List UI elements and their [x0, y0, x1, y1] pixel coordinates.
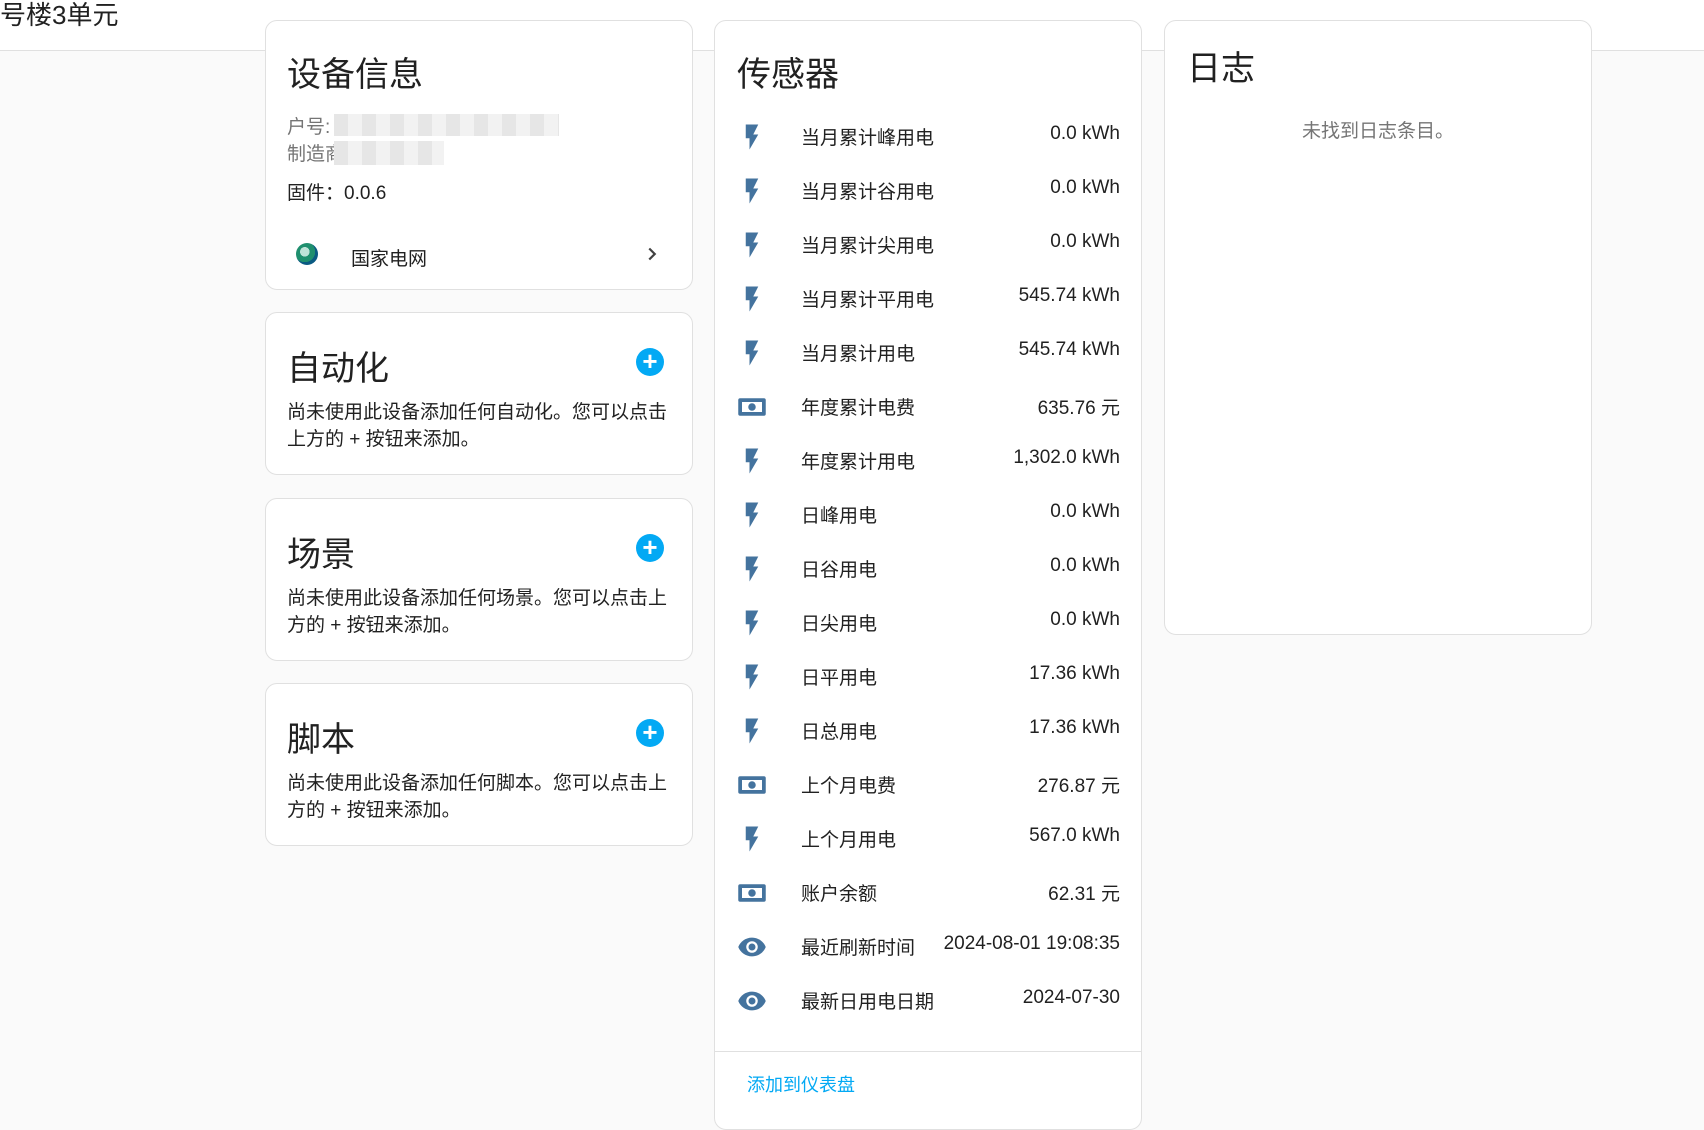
sensor-row[interactable]: 日峰用电 0.0 kWh [715, 487, 1120, 541]
sensor-name: 账户余额 [801, 884, 878, 905]
sensor-value: 545.74 kWh [1018, 339, 1120, 360]
redacted-info [334, 114, 559, 136]
sensor-name: 日总用电 [801, 722, 878, 743]
flash-icon [737, 554, 767, 584]
sensor-value: 17.36 kWh [1029, 663, 1120, 684]
automation-card: 自动化 + 尚未使用此设备添加任何自动化。您可以点击上方的 + 按钮来添加。 [265, 312, 693, 475]
add-to-dashboard-button[interactable]: 添加到仪表盘 [747, 1071, 855, 1097]
sensor-name: 当月累计尖用电 [801, 236, 935, 257]
sensor-value: 567.0 kWh [1029, 825, 1120, 846]
flash-icon [737, 662, 767, 692]
sensor-name: 日平用电 [801, 668, 878, 689]
firmware-version: 固件：0.0.6 [287, 183, 387, 204]
sensor-name: 年度累计电费 [801, 398, 916, 419]
add-script-button[interactable]: + [636, 719, 664, 747]
sensor-name: 最新日用电日期 [801, 992, 935, 1013]
flash-icon [737, 716, 767, 746]
cash-icon [737, 392, 767, 422]
flash-icon [737, 176, 767, 206]
flash-icon [737, 500, 767, 530]
state-grid-logo-icon [296, 243, 318, 265]
sensor-row[interactable]: 日谷用电 0.0 kWh [715, 541, 1120, 595]
sensors-footer-divider [715, 1051, 1141, 1052]
device-info-card: 设备信息 户号: 制造商 固件：0.0.6 国家电网 [265, 20, 693, 290]
add-scene-button[interactable]: + [636, 534, 664, 562]
scene-description: 尚未使用此设备添加任何场景。您可以点击上方的 + 按钮来添加。 [287, 588, 668, 636]
sensor-value: 2024-07-30 [1022, 987, 1120, 1008]
logbook-empty-message: 未找到日志条目。 [1301, 121, 1454, 142]
eye-icon [737, 986, 767, 1016]
chevron-right-icon [641, 243, 663, 265]
integration-label: 国家电网 [351, 249, 428, 270]
sensor-name: 当月累计平用电 [801, 290, 935, 311]
sensor-name: 日峰用电 [801, 506, 878, 527]
sensor-value: 635.76 元 [1037, 398, 1120, 419]
sensor-row[interactable]: 日总用电 17.36 kWh [715, 703, 1120, 757]
flash-icon [737, 122, 767, 152]
integration-link[interactable]: 国家电网 [266, 236, 692, 286]
cash-icon [737, 878, 767, 908]
script-card: 脚本 + 尚未使用此设备添加任何脚本。您可以点击上方的 + 按钮来添加。 [265, 683, 693, 846]
sensor-row[interactable]: 日尖用电 0.0 kWh [715, 595, 1120, 649]
account-number-label: 户号: [287, 117, 331, 138]
sensor-row[interactable]: 日平用电 17.36 kWh [715, 649, 1120, 703]
sensor-value: 0.0 kWh [1050, 177, 1120, 198]
sensor-value: 0.0 kWh [1050, 123, 1120, 144]
sensor-value: 62.31 元 [1048, 884, 1120, 905]
sensor-row[interactable]: 年度累计用电 1,302.0 kWh [715, 433, 1120, 487]
sensor-name: 上个月用电 [801, 830, 897, 851]
sensor-name: 当月累计谷用电 [801, 182, 935, 203]
flash-icon [737, 446, 767, 476]
sensor-name: 最近刷新时间 [801, 938, 916, 959]
sensor-value: 545.74 kWh [1018, 285, 1120, 306]
sensor-row[interactable]: 当月累计用电 545.74 kWh [715, 325, 1120, 379]
sensor-name: 年度累计用电 [801, 452, 916, 473]
sensor-name: 日尖用电 [801, 614, 878, 635]
sensor-row[interactable]: 账户余额 62.31 元 [715, 865, 1120, 919]
sensor-row[interactable]: 当月累计尖用电 0.0 kWh [715, 217, 1120, 271]
sensor-value: 0.0 kWh [1050, 609, 1120, 630]
sensor-value: 2024-08-01 19:08:35 [943, 933, 1120, 954]
sensor-value: 1,302.0 kWh [1013, 447, 1120, 468]
flash-icon [737, 608, 767, 638]
script-description: 尚未使用此设备添加任何脚本。您可以点击上方的 + 按钮来添加。 [287, 773, 668, 821]
sensor-row[interactable]: 当月累计平用电 545.74 kWh [715, 271, 1120, 325]
sensor-row[interactable]: 上个月用电 567.0 kWh [715, 811, 1120, 865]
sensor-value: 0.0 kWh [1050, 555, 1120, 576]
flash-icon [737, 230, 767, 260]
device-info-title: 设备信息 [287, 56, 423, 94]
sensor-value: 0.0 kWh [1050, 501, 1120, 522]
sensor-name: 当月累计用电 [801, 344, 916, 365]
scene-card: 场景 + 尚未使用此设备添加任何场景。您可以点击上方的 + 按钮来添加。 [265, 498, 693, 661]
sensor-row[interactable]: 上个月电费 276.87 元 [715, 757, 1120, 811]
add-automation-button[interactable]: + [636, 348, 664, 376]
logbook-card: 日志 未找到日志条目。 [1164, 20, 1592, 635]
sensor-row[interactable]: 最新日用电日期 2024-07-30 [715, 973, 1120, 1027]
flash-icon [737, 824, 767, 854]
redacted-info [334, 141, 444, 165]
script-title: 脚本 [287, 721, 355, 759]
sensors-title: 传感器 [737, 56, 839, 94]
logbook-title: 日志 [1187, 50, 1255, 88]
scene-title: 场景 [287, 536, 355, 574]
flash-icon [737, 284, 767, 314]
sensor-name: 当月累计峰用电 [801, 128, 935, 149]
sensor-row[interactable]: 当月累计谷用电 0.0 kWh [715, 163, 1120, 217]
cash-icon [737, 770, 767, 800]
sensor-name: 上个月电费 [801, 776, 897, 797]
sensor-value: 0.0 kWh [1050, 231, 1120, 252]
sensor-row[interactable]: 年度累计电费 635.76 元 [715, 379, 1120, 433]
sensor-row[interactable]: 当月累计峰用电 0.0 kWh [715, 109, 1120, 163]
page-title: 号楼3单元 [0, 0, 119, 30]
flash-icon [737, 338, 767, 368]
sensor-name: 日谷用电 [801, 560, 878, 581]
automation-title: 自动化 [287, 350, 389, 388]
automation-description: 尚未使用此设备添加任何自动化。您可以点击上方的 + 按钮来添加。 [287, 402, 668, 450]
sensor-row[interactable]: 最近刷新时间 2024-08-01 19:08:35 [715, 919, 1120, 973]
eye-icon [737, 932, 767, 962]
sensor-value: 276.87 元 [1037, 776, 1120, 797]
sensor-value: 17.36 kWh [1029, 717, 1120, 738]
